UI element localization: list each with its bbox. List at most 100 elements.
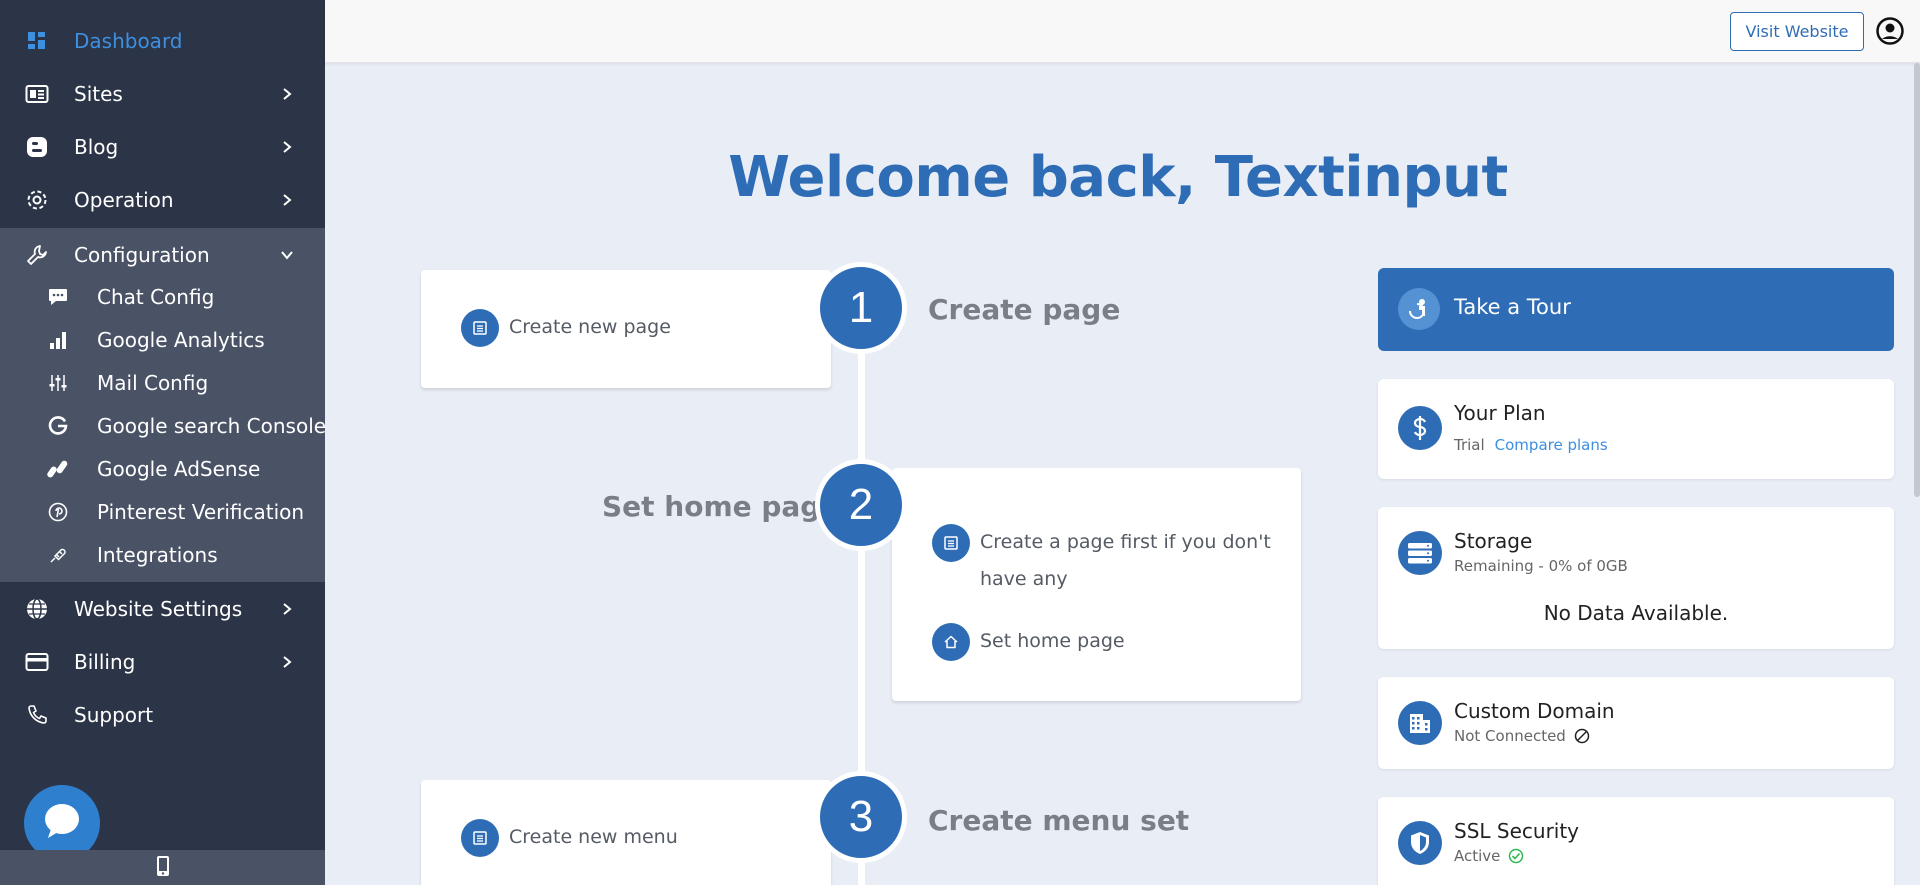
storage-no-data: No Data Available.: [1543, 601, 1729, 625]
building-icon: [1398, 701, 1442, 745]
sidebar-subitem-label: Chat Config: [97, 284, 215, 309]
sidebar-subitem-label: Pinterest Verification: [97, 499, 305, 524]
sidebar-subitem-google-analytics[interactable]: Google Analytics: [0, 318, 325, 361]
plug-icon: [46, 543, 70, 567]
storage-remaining: Remaining - 0% of 0GB: [1454, 557, 1628, 575]
blog-icon: [24, 134, 50, 160]
sliders-icon: [46, 371, 70, 395]
chevron-right-icon: [280, 602, 294, 616]
ssl-security-card: SSL Security Active: [1378, 797, 1894, 885]
sidebar-subitem-pinterest-verification[interactable]: Pinterest Verification: [0, 490, 325, 533]
sidebar-item-sites[interactable]: Sites: [0, 67, 325, 120]
sidebar-item-website-settings[interactable]: Website Settings: [0, 582, 325, 635]
chevron-right-icon: [280, 87, 294, 101]
step-3-card: Create new menu: [421, 780, 831, 885]
check-circle-icon: [1508, 848, 1524, 864]
step-2-card: Create a page first if you don't have an…: [892, 468, 1301, 701]
chevron-right-icon: [280, 140, 294, 154]
sidebar-item-dashboard[interactable]: Dashboard: [0, 14, 325, 67]
ssl-title: SSL Security: [1454, 819, 1580, 843]
storage-card: Storage Remaining - 0% of 0GB No Data Av…: [1378, 507, 1894, 649]
sidebar-item-label: Operation: [74, 187, 174, 212]
sidebar-subitem-chat-config[interactable]: Chat Config: [0, 275, 325, 318]
home-icon: [932, 623, 970, 661]
plan-title: Your Plan: [1454, 401, 1546, 425]
sidebar-item-operation[interactable]: Operation: [0, 173, 325, 226]
sidebar-item-label: Dashboard: [74, 28, 183, 53]
sidebar-subitem-label: Integrations: [97, 542, 218, 567]
wrench-icon: [24, 242, 50, 268]
sidebar-subitem-google-search-console[interactable]: Google search Console: [0, 404, 327, 447]
phone-icon: [24, 702, 50, 728]
your-plan-card: Your Plan Trial Compare plans: [1378, 379, 1894, 479]
chat-icon: [46, 285, 70, 309]
sidebar-item-billing[interactable]: Billing: [0, 635, 325, 688]
shield-icon: [1398, 821, 1442, 865]
chevron-right-icon: [280, 193, 294, 207]
sidebar-item-support[interactable]: Support: [0, 688, 325, 741]
sidebar-item-label: Configuration: [74, 242, 210, 267]
ssl-status-text: Active: [1454, 847, 1501, 865]
sidebar-subitem-mail-config[interactable]: Mail Config: [0, 361, 325, 404]
sidebar-subitem-label: Mail Config: [97, 370, 209, 395]
sidebar-item-label: Billing: [74, 649, 136, 674]
set-home-page-action[interactable]: Set home page: [932, 623, 1125, 661]
sidebar-item-label: Website Settings: [74, 596, 243, 621]
custom-domain-status: Not Connected: [1454, 727, 1590, 745]
globe-icon: [24, 596, 50, 622]
chat-bubble-icon: [42, 802, 82, 844]
page-icon: [461, 309, 499, 347]
sidebar-subitem-label: Google Analytics: [97, 327, 265, 352]
mobile-view-toggle[interactable]: [0, 850, 325, 885]
pinterest-icon: [46, 500, 70, 524]
step-3-title: Create menu set: [928, 804, 1190, 837]
custom-domain-card: Custom Domain Not Connected: [1378, 677, 1894, 769]
google-icon: [46, 414, 70, 438]
take-a-tour-button[interactable]: Take a Tour: [1378, 268, 1894, 351]
plan-tier: Trial: [1454, 436, 1485, 454]
action-label: Set home page: [980, 630, 1125, 652]
sidebar-subitem-integrations[interactable]: Integrations: [0, 533, 325, 576]
ssl-status: Active: [1454, 847, 1524, 865]
step-2-number: 2: [815, 459, 907, 551]
step-3-number: 3: [815, 771, 907, 863]
compare-plans-link[interactable]: Compare plans: [1495, 436, 1608, 454]
dollar-icon: [1398, 406, 1442, 450]
adsense-icon: [46, 457, 70, 481]
topbar: [325, 0, 1920, 63]
visit-website-button[interactable]: Visit Website: [1730, 12, 1864, 51]
action-label: Create new page: [509, 316, 671, 338]
sidebar-subitem-label: Google AdSense: [97, 456, 261, 481]
scrollbar[interactable]: [1914, 63, 1920, 497]
step-1-title: Create page: [928, 293, 1121, 326]
menu-icon: [461, 819, 499, 857]
step-2-title: Set home page: [602, 490, 840, 523]
chevron-right-icon: [280, 655, 294, 669]
action-label: Create new menu: [509, 826, 678, 848]
sidebar-item-blog[interactable]: Blog: [0, 120, 325, 173]
sidebar-item-label: Blog: [74, 134, 119, 159]
sidebar-subitem-label: Google search Console: [97, 413, 327, 438]
chevron-down-icon: [280, 248, 294, 262]
sidebar-subitem-google-adsense[interactable]: Google AdSense: [0, 447, 325, 490]
storage-title: Storage: [1454, 529, 1533, 553]
sites-icon: [24, 81, 50, 107]
welcome-heading: Welcome back, Textinput: [728, 145, 1508, 210]
step-1-number: 1: [815, 262, 907, 354]
page-icon: [932, 524, 970, 562]
sidebar-item-label: Support: [74, 702, 154, 727]
create-new-menu-action[interactable]: Create new menu: [461, 819, 678, 857]
custom-domain-title: Custom Domain: [1454, 699, 1615, 723]
create-new-page-action[interactable]: Create new page: [461, 309, 671, 347]
take-a-tour-label: Take a Tour: [1454, 295, 1571, 319]
database-icon: [1398, 531, 1442, 575]
gear-icon: [24, 187, 50, 213]
not-connected-icon: [1574, 728, 1590, 744]
account-icon[interactable]: [1876, 17, 1904, 45]
sidebar-item-configuration[interactable]: Configuration: [0, 228, 325, 281]
step-1-card: Create new page: [421, 270, 831, 388]
configuration-section: Configuration Chat Config Google Analyti…: [0, 228, 327, 582]
create-page-first-action[interactable]: Create a page first if you don't have an…: [932, 524, 1277, 598]
dashboard-icon: [24, 28, 50, 54]
bar-chart-icon: [46, 328, 70, 352]
